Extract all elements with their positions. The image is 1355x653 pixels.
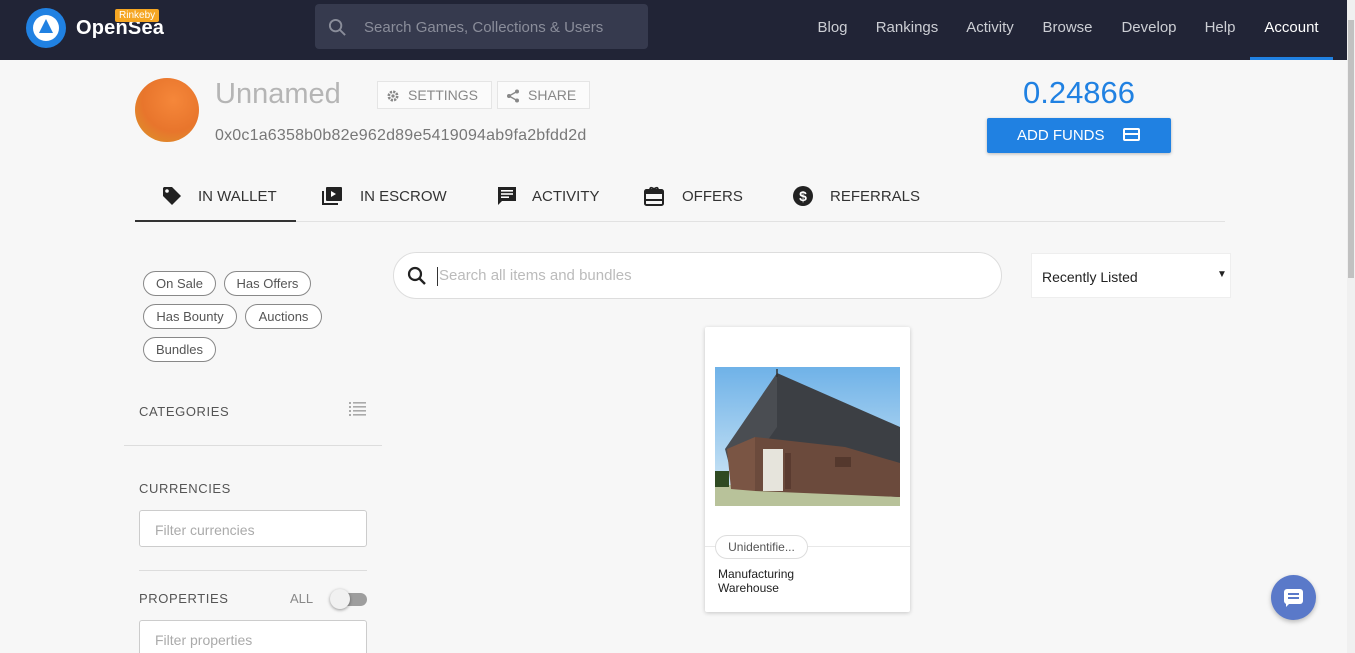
nav-develop[interactable]: Develop — [1111, 0, 1187, 60]
filter-chip-bundles[interactable]: Bundles — [143, 337, 216, 362]
nav-browse[interactable]: Browse — [1031, 0, 1104, 60]
filter-properties-input[interactable]: Filter properties — [139, 620, 367, 653]
dropdown-arrow-icon: ▼ — [1217, 269, 1227, 280]
filter-currencies-input[interactable]: Filter currencies — [139, 510, 367, 547]
properties-heading: PROPERTIES — [139, 591, 229, 606]
top-navbar: OpenSea Rinkeby Search Games, Collection… — [0, 0, 1355, 60]
gear-icon — [387, 90, 399, 102]
collection-badge[interactable]: Unidentifie... — [715, 535, 808, 559]
opensea-logo-icon[interactable] — [26, 8, 66, 48]
nav-blog[interactable]: Blog — [804, 0, 861, 60]
asset-card[interactable]: Unidentifie... Manufacturing Warehouse — [705, 327, 910, 612]
search-icon — [328, 18, 346, 36]
search-icon — [407, 266, 426, 285]
credit-card-icon — [1123, 128, 1140, 141]
tab-activity-label: ACTIVITY — [532, 188, 600, 205]
nav-activity[interactable]: Activity — [954, 0, 1026, 60]
profile-name: Unnamed — [215, 78, 341, 110]
tab-in-escrow-label: IN ESCROW — [360, 188, 447, 205]
currencies-heading: CURRENCIES — [139, 481, 231, 496]
settings-label: SETTINGS — [408, 87, 479, 103]
categories-heading: CATEGORIES — [139, 404, 230, 419]
global-search-input[interactable]: Search Games, Collections & Users — [315, 4, 648, 49]
page-scrollbar[interactable] — [1347, 0, 1355, 653]
dollar-icon: $ — [793, 186, 813, 206]
filter-chip-auctions[interactable]: Auctions — [245, 304, 322, 329]
scrollbar-thumb[interactable] — [1348, 20, 1354, 278]
properties-all-toggle[interactable] — [330, 589, 367, 609]
sort-select[interactable]: Recently Listed ▼ — [1031, 253, 1231, 298]
wallet-address[interactable]: 0x0c1a6358b0b82e962d89e5419094ab9fa2bfdd… — [215, 127, 586, 145]
chat-button[interactable] — [1271, 575, 1316, 620]
offers-icon — [644, 186, 664, 206]
text-cursor — [437, 267, 438, 286]
share-label: SHARE — [528, 87, 577, 103]
tab-in-wallet[interactable]: IN WALLET — [135, 172, 296, 222]
asset-image[interactable] — [715, 367, 900, 506]
items-search-input[interactable]: Search all items and bundles — [393, 252, 1002, 299]
nav-help[interactable]: Help — [1195, 0, 1245, 60]
settings-button[interactable]: SETTINGS — [377, 81, 492, 109]
asset-name[interactable]: Manufacturing Warehouse — [718, 567, 818, 595]
global-search-placeholder: Search Games, Collections & Users — [364, 19, 604, 36]
items-search-placeholder: Search all items and bundles — [439, 267, 632, 284]
tab-referrals[interactable]: $ REFERRALS — [781, 172, 931, 222]
filter-chip-has-bounty[interactable]: Has Bounty — [143, 304, 237, 329]
avatar[interactable] — [135, 78, 199, 142]
share-button[interactable]: SHARE — [497, 81, 590, 109]
activity-icon — [498, 187, 516, 205]
sort-selected-value: Recently Listed — [1042, 269, 1138, 285]
tab-activity[interactable]: ACTIVITY — [485, 172, 610, 222]
properties-all-label: ALL — [290, 591, 314, 606]
add-funds-label: ADD FUNDS — [1017, 127, 1105, 144]
tag-icon — [163, 187, 181, 205]
filter-chip-has-offers[interactable]: Has Offers — [224, 271, 311, 296]
share-icon — [507, 89, 519, 103]
filter-chip-on-sale[interactable]: On Sale — [143, 271, 216, 296]
list-icon[interactable] — [349, 402, 366, 416]
tab-in-wallet-label: IN WALLET — [198, 188, 277, 205]
nav-account[interactable]: Account — [1250, 0, 1333, 60]
filter-properties-placeholder: Filter properties — [155, 632, 253, 648]
tab-in-escrow[interactable]: IN ESCROW — [310, 172, 460, 222]
tab-offers[interactable]: OFFERS — [632, 172, 757, 222]
add-funds-button[interactable]: ADD FUNDS — [987, 118, 1171, 153]
nav-rankings[interactable]: Rankings — [866, 0, 948, 60]
sidebar-divider — [124, 445, 382, 446]
network-badge: Rinkeby — [115, 9, 160, 22]
svg-text:$: $ — [799, 188, 807, 204]
sidebar-divider — [139, 570, 367, 571]
tab-offers-label: OFFERS — [682, 188, 743, 205]
filter-currencies-placeholder: Filter currencies — [155, 522, 255, 538]
tab-referrals-label: REFERRALS — [830, 188, 921, 205]
escrow-icon — [322, 187, 342, 205]
